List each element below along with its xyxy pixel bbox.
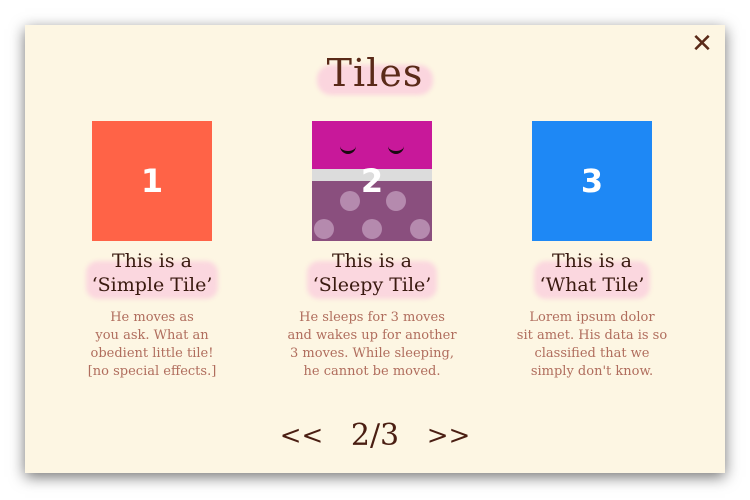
tile-description: He moves as you ask. What an obedient li… [37, 309, 267, 381]
tile-label: This is a ‘Simple Tile’ [85, 249, 219, 299]
tile-label-line: ‘Simple Tile’ [91, 274, 213, 296]
tile-label-line: This is a [332, 250, 412, 272]
page-indicator: 2/3 [350, 418, 400, 453]
desc-line: obedient little tile! [90, 346, 214, 361]
desc-line: 3 moves. While sleeping, [290, 346, 454, 361]
simple-tile-icon: 1 [92, 121, 212, 241]
tile-description: He sleeps for 3 moves and wakes up for a… [257, 309, 487, 381]
desc-line: [no special effects.] [87, 364, 217, 379]
dialog-title: Tiles [316, 51, 434, 95]
tile-card-sleepy: 2 This is a ‘Sleepy Tile’ He sleeps for … [257, 121, 487, 381]
desc-line: and wakes up for another [287, 328, 457, 343]
dialog-header: Tiles [25, 51, 725, 95]
sleepy-tile-icon: 2 [312, 121, 432, 241]
desc-line: sit amet. His data is so [516, 328, 668, 343]
tile-number: 2 [360, 162, 384, 200]
prev-page-button[interactable]: << [280, 418, 324, 454]
tile-card-what: 3 This is a ‘What Tile’ Lorem ipsum dolo… [477, 121, 707, 381]
tile-card-simple: 1 This is a ‘Simple Tile’ He moves as yo… [37, 121, 267, 381]
tile-description: Lorem ipsum dolor sit amet. His data is … [477, 309, 707, 381]
tile-label: This is a ‘What Tile’ [533, 249, 651, 299]
tile-label-line: This is a [552, 250, 632, 272]
desc-line: he cannot be moved. [303, 364, 441, 379]
tile-label-line: ‘Sleepy Tile’ [312, 274, 432, 296]
desc-line: Lorem ipsum dolor [529, 310, 655, 325]
tile-number: 3 [580, 162, 604, 200]
tile-label-line: ‘What Tile’ [539, 274, 645, 296]
desc-line: simply don't know. [530, 364, 654, 379]
next-page-button[interactable]: >> [427, 418, 471, 454]
tile-label-line: This is a [112, 250, 192, 272]
tiles-dialog: ✕ Tiles 1 This is a ‘Simple Tile’ He mov… [25, 25, 725, 473]
tile-label: This is a ‘Sleepy Tile’ [306, 249, 438, 299]
what-tile-icon: 3 [532, 121, 652, 241]
desc-line: He sleeps for 3 moves [299, 310, 445, 325]
desc-line: you ask. What an [95, 328, 209, 343]
desc-line: classified that we [534, 346, 650, 361]
pager: << 2/3 >> [25, 417, 725, 454]
desc-line: He moves as [110, 310, 194, 325]
tile-number: 1 [140, 162, 164, 200]
